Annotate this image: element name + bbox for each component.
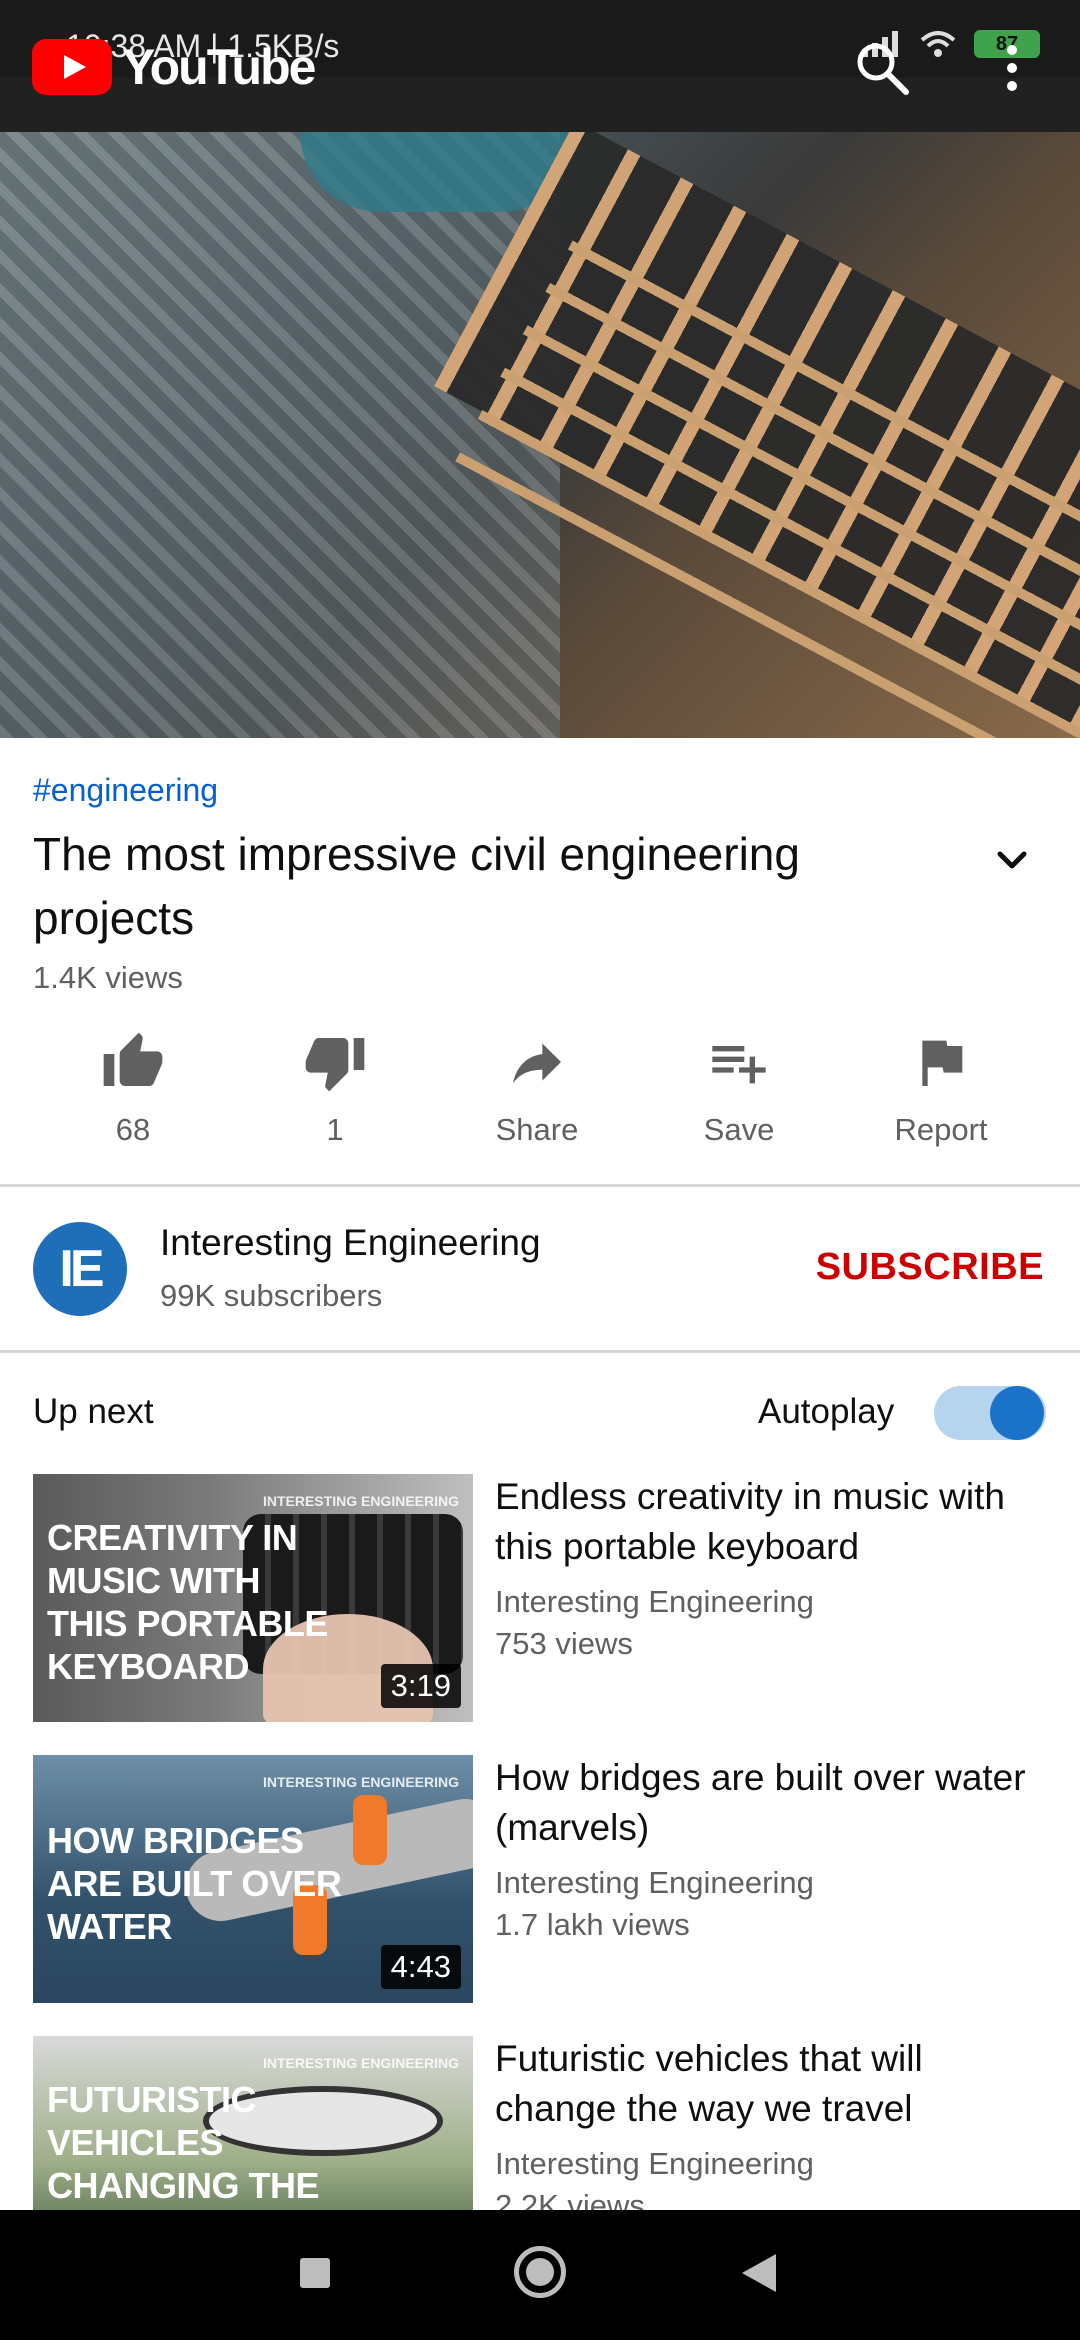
channel-name[interactable]: Interesting Engineering bbox=[160, 1222, 541, 1264]
save-label: Save bbox=[703, 1112, 775, 1147]
channel-avatar[interactable]: IE bbox=[33, 1222, 127, 1316]
playlist-add-icon bbox=[712, 1046, 766, 1084]
divider bbox=[0, 1350, 1080, 1353]
dislike-count: 1 bbox=[326, 1112, 344, 1147]
logo-text: YouTube bbox=[122, 39, 316, 95]
video-thumbnail[interactable]: HOW BRIDGES ARE BUILT OVER WATER INTERES… bbox=[33, 1755, 473, 2003]
autoplay-label: Autoplay bbox=[758, 1392, 895, 1431]
wifi-icon bbox=[920, 31, 956, 57]
thumbnail-brand: INTERESTING ENGINEERING bbox=[262, 1493, 459, 1509]
like-button[interactable]: 68 bbox=[32, 1030, 234, 1160]
recents-icon[interactable] bbox=[300, 2258, 330, 2288]
youtube-logo[interactable]: YouTube bbox=[32, 38, 316, 96]
thumbnail-text: FUTURISTIC VEHICLES CHANGING THE WAY bbox=[47, 2079, 320, 2210]
video-views: 1.4K views bbox=[33, 960, 183, 995]
system-nav-bar bbox=[0, 2210, 1080, 2340]
action-row: 68 1 Share Save Report bbox=[0, 1030, 1080, 1160]
video-thumbnail[interactable]: FUTURISTIC VEHICLES CHANGING THE WAY INT… bbox=[33, 2036, 473, 2210]
share-arrow-icon bbox=[513, 1043, 561, 1084]
chevron-down-icon[interactable] bbox=[990, 838, 1034, 882]
flag-icon bbox=[922, 1040, 963, 1086]
channel-name: Interesting Engineering bbox=[495, 1865, 814, 1900]
up-next-label: Up next bbox=[33, 1392, 154, 1431]
channel-subscribers: 99K subscribers bbox=[160, 1278, 383, 1313]
app-bar: 10:38 AM | 1.5KB/s 87 YouTube bbox=[0, 0, 1080, 132]
thumbnail-brand: INTERESTING ENGINEERING bbox=[262, 1774, 459, 1790]
video-title[interactable]: How bridges are built over water (marvel… bbox=[495, 1753, 1035, 1853]
video-views: 1.7 lakh views bbox=[495, 1907, 690, 1942]
home-icon[interactable] bbox=[514, 2246, 566, 2298]
report-button[interactable]: Report bbox=[840, 1030, 1042, 1160]
report-label: Report bbox=[894, 1112, 988, 1147]
video-views: 753 views bbox=[495, 1626, 633, 1661]
channel-name: Interesting Engineering bbox=[495, 1584, 814, 1619]
channel-name: Interesting Engineering bbox=[495, 2146, 814, 2181]
subscribe-button[interactable]: SUBSCRIBE bbox=[816, 1246, 1044, 1289]
share-button[interactable]: Share bbox=[436, 1030, 638, 1160]
list-item[interactable]: CREATIVITY IN MUSIC WITH THIS PORTABLE K… bbox=[33, 1474, 1053, 1722]
thumbs-up-icon bbox=[103, 1032, 163, 1086]
toggle-knob bbox=[990, 1386, 1044, 1440]
search-icon[interactable] bbox=[852, 38, 912, 98]
thumbs-down-icon bbox=[305, 1038, 365, 1092]
save-button[interactable]: Save bbox=[638, 1030, 840, 1160]
thumbnail-brand: INTERESTING ENGINEERING bbox=[262, 2055, 459, 2071]
video-hashtag[interactable]: #engineering bbox=[33, 772, 218, 809]
like-count: 68 bbox=[115, 1112, 151, 1147]
video-duration: 3:19 bbox=[380, 1664, 461, 1708]
video-title[interactable]: Endless creativity in music with this po… bbox=[495, 1472, 1035, 1572]
video-duration: 4:43 bbox=[380, 1945, 461, 1989]
video-player[interactable] bbox=[0, 132, 1080, 738]
video-title[interactable]: The most impressive civil engineering pr… bbox=[33, 822, 933, 950]
list-item[interactable]: HOW BRIDGES ARE BUILT OVER WATER INTERES… bbox=[33, 1755, 1053, 2003]
autoplay-toggle[interactable] bbox=[934, 1386, 1046, 1440]
thumbnail-text: HOW BRIDGES ARE BUILT OVER WATER bbox=[47, 1820, 342, 1947]
back-icon[interactable] bbox=[742, 2254, 776, 2292]
divider bbox=[0, 1184, 1080, 1187]
share-label: Share bbox=[495, 1112, 579, 1147]
more-vert-icon[interactable] bbox=[990, 38, 1034, 98]
video-views: 2.2K views bbox=[495, 2188, 645, 2210]
dislike-button[interactable]: 1 bbox=[234, 1030, 436, 1160]
play-logo-icon bbox=[32, 39, 112, 95]
thumbnail-text: CREATIVITY IN MUSIC WITH THIS PORTABLE K… bbox=[47, 1517, 328, 1687]
worker-graphic bbox=[353, 1795, 387, 1865]
list-item[interactable]: FUTURISTIC VEHICLES CHANGING THE WAY INT… bbox=[33, 2036, 1053, 2210]
video-title[interactable]: Futuristic vehicles that will change the… bbox=[495, 2036, 1035, 2134]
video-thumbnail[interactable]: CREATIVITY IN MUSIC WITH THIS PORTABLE K… bbox=[33, 1474, 473, 1722]
